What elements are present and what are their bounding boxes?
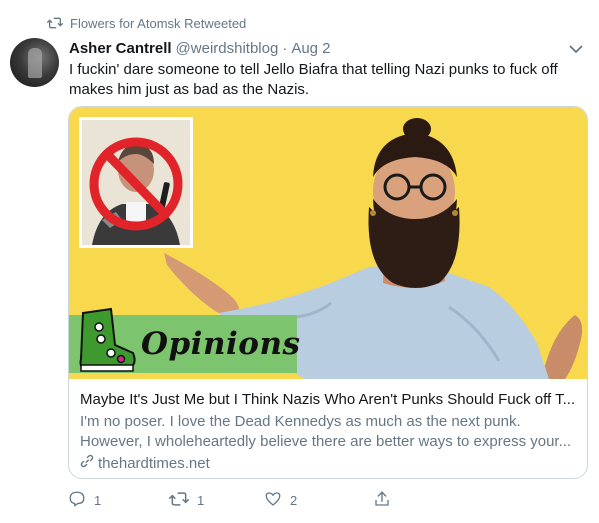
retweet-button[interactable]: 1 bbox=[169, 490, 264, 511]
user-handle[interactable]: @weirdshitblog bbox=[176, 40, 279, 57]
like-count: 2 bbox=[290, 492, 298, 508]
card-body[interactable]: Maybe It's Just Me but I Think Nazis Who… bbox=[80, 390, 576, 472]
share-button[interactable] bbox=[373, 490, 391, 511]
share-icon bbox=[373, 490, 391, 511]
card-title[interactable]: Maybe It's Just Me but I Think Nazis Who… bbox=[80, 390, 576, 410]
reply-icon bbox=[68, 490, 86, 511]
separator-dot: · bbox=[282, 39, 288, 57]
chevron-down-icon[interactable] bbox=[567, 40, 585, 58]
tweet-actions: 1 1 2 bbox=[68, 489, 488, 511]
opinions-label: Opinions bbox=[141, 326, 301, 362]
retweet-icon bbox=[47, 16, 63, 30]
reply-button[interactable]: 1 bbox=[68, 490, 169, 511]
display-name[interactable]: Asher Cantrell bbox=[69, 40, 172, 57]
avatar[interactable] bbox=[10, 38, 59, 87]
card-domain-text: thehardtimes.net bbox=[98, 454, 210, 472]
link-icon bbox=[80, 454, 94, 472]
retweet-count: 1 bbox=[197, 492, 205, 508]
retweet-label: Flowers for Atomsk Retweeted bbox=[70, 15, 247, 31]
link-card[interactable]: Opinions Maybe It's Just Me but I Think … bbox=[68, 106, 588, 479]
card-description-line-1: I'm no poser. I love the Dead Kennedys a… bbox=[80, 413, 521, 430]
reply-count: 1 bbox=[94, 492, 102, 508]
retweet-context[interactable]: Flowers for Atomsk Retweeted bbox=[47, 14, 246, 32]
tweet-text: I fuckin' dare someone to tell Jello Bia… bbox=[69, 61, 558, 98]
boot-logo-icon bbox=[79, 307, 136, 372]
tweet-header: Asher Cantrell @weirdshitblog · Aug 2 bbox=[69, 38, 559, 58]
card-description: I'm no poser. I love the Dead Kennedys a… bbox=[80, 412, 576, 452]
card-description-line-2: However, I wholeheartedly believe there … bbox=[80, 433, 572, 450]
heart-icon bbox=[264, 490, 282, 511]
tweet-date[interactable]: Aug 2 bbox=[291, 40, 330, 57]
like-button[interactable]: 2 bbox=[264, 490, 373, 511]
retweet-action-icon bbox=[169, 490, 189, 511]
opinions-banner: Opinions bbox=[69, 307, 301, 373]
card-domain[interactable]: thehardtimes.net bbox=[80, 454, 576, 472]
inset-photo bbox=[79, 117, 193, 248]
card-image[interactable]: Opinions bbox=[69, 107, 587, 379]
